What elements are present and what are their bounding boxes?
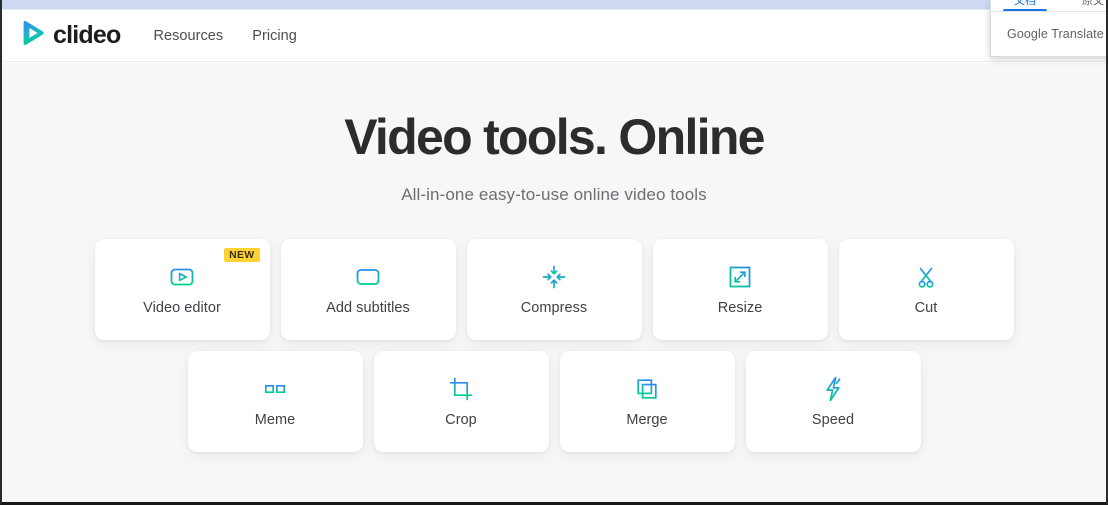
tool-card-speed[interactable]: Speed (746, 351, 921, 452)
nav-link-resources[interactable]: Resources (153, 28, 223, 44)
main-navigation: Resources Pricing (153, 28, 296, 44)
browser-viewport: clideo Resources Pricing Video tools. On… (0, 0, 1108, 505)
tool-row-2: Meme (2, 351, 1106, 452)
tool-label: Video editor (143, 300, 221, 316)
tool-grid: NEW Video editor (2, 239, 1106, 452)
scissors-icon (911, 262, 941, 292)
tool-label: Add subtitles (326, 300, 410, 316)
tool-label: Speed (812, 412, 854, 428)
translate-footer-label[interactable]: Google Translate (991, 12, 1108, 56)
tool-label: Merge (626, 412, 667, 428)
new-badge: NEW (224, 248, 259, 263)
brand-logo-link[interactable]: clideo (20, 20, 120, 51)
translate-tab-bar: 文档 原文 (991, 0, 1108, 12)
tool-label: Crop (445, 412, 477, 428)
browser-chrome-divider (2, 9, 1106, 10)
glasses-icon (260, 374, 290, 404)
site-header: clideo Resources Pricing (2, 10, 1106, 62)
tool-card-meme[interactable]: Meme (188, 351, 363, 452)
tool-card-merge[interactable]: Merge (560, 351, 735, 452)
page-subtitle: All-in-one easy-to-use online video tool… (2, 164, 1106, 205)
tool-card-video-editor[interactable]: NEW Video editor (95, 239, 270, 340)
tool-card-resize[interactable]: Resize (653, 239, 828, 340)
tool-card-compress[interactable]: Compress (467, 239, 642, 340)
tool-card-cut[interactable]: Cut (839, 239, 1014, 340)
play-triangle-logo-icon (20, 20, 46, 51)
tool-label: Resize (718, 300, 763, 316)
browser-chrome-strip (2, 0, 1106, 9)
arrows-inward-icon (539, 262, 569, 292)
subtitles-box-icon (353, 262, 383, 292)
tool-label: Cut (915, 300, 938, 316)
brand-name: clideo (53, 21, 120, 50)
lightning-bolt-icon (818, 374, 848, 404)
crop-marks-icon (446, 374, 476, 404)
page-title: Video tools. Online (2, 63, 1106, 164)
tool-label: Meme (255, 412, 296, 428)
tool-label: Compress (521, 300, 587, 316)
hero-section: Video tools. Online All-in-one easy-to-u… (2, 63, 1106, 502)
resize-diagonal-icon (725, 262, 755, 292)
translate-tab-translated[interactable]: 文档 (991, 0, 1059, 12)
overlapping-squares-icon (632, 374, 662, 404)
play-button-icon (167, 262, 197, 292)
google-translate-popup[interactable]: 文档 原文 Google Translate (990, 0, 1108, 57)
translate-tab-original[interactable]: 原文 (1059, 0, 1108, 12)
tool-row-1: NEW Video editor (2, 239, 1106, 340)
tool-card-add-subtitles[interactable]: Add subtitles (281, 239, 456, 340)
tool-card-crop[interactable]: Crop (374, 351, 549, 452)
nav-link-pricing[interactable]: Pricing (252, 28, 297, 44)
